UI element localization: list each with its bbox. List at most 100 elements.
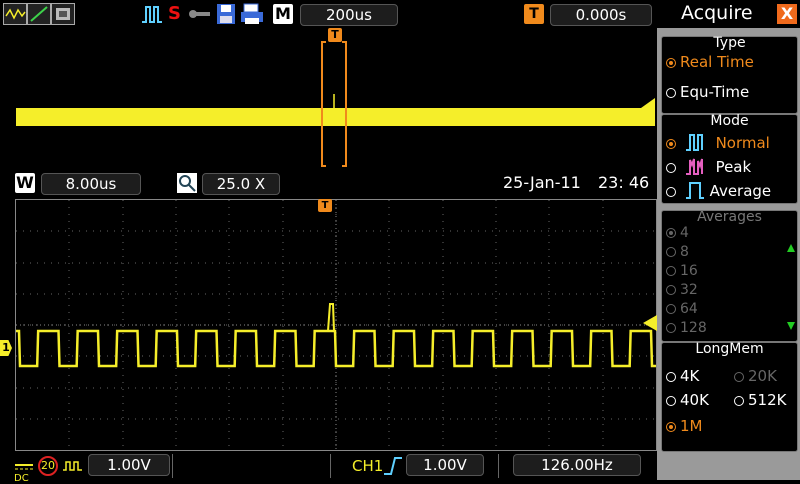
main-timebase-marker: M xyxy=(273,4,293,24)
frequency-display: 126.00Hz xyxy=(513,454,641,476)
averages-label: 16 xyxy=(680,263,698,279)
ch1-scale-display[interactable]: 1.00V xyxy=(88,454,170,476)
longmem-label: 4K xyxy=(680,367,700,385)
menu-header: Acquire X xyxy=(657,0,800,28)
radio-off-icon xyxy=(734,396,744,406)
longmem-option-4k[interactable]: 4K xyxy=(666,367,699,385)
peak-mode-icon xyxy=(685,158,703,175)
window-timebase-display[interactable]: 8.00us xyxy=(41,173,141,195)
radio-on-icon xyxy=(666,58,676,68)
radio-off-icon xyxy=(734,372,744,382)
overview-waveform xyxy=(14,40,655,168)
normal-acquire-icon xyxy=(142,6,162,23)
rising-edge-icon xyxy=(384,457,402,475)
bottom-status-bar: DC 20 1.00V CH1 1.00V 126.00Hz xyxy=(0,452,656,484)
time-display: 23: 46 xyxy=(598,173,650,192)
averages-option: 64 xyxy=(666,301,698,317)
average-mode-icon xyxy=(685,182,704,199)
mode-option-normal[interactable]: Normal xyxy=(666,133,770,152)
trigger-level-marker xyxy=(643,315,657,331)
averages-label: 4 xyxy=(680,225,689,241)
acquire-menu-panel: Acquire X Type Real Time Equ-Time Mode N… xyxy=(657,0,800,480)
zoom-factor-display[interactable]: 25.0 X xyxy=(202,173,280,195)
radio-on-icon xyxy=(666,228,676,238)
type-group[interactable]: Type Real Time Equ-Time xyxy=(661,35,798,114)
dc-coupling-icon xyxy=(15,464,33,470)
top-toolbar: S M 200us T 0.000s xyxy=(0,0,656,28)
longmem-option-20k: 20K xyxy=(734,367,777,385)
mode-label: Normal xyxy=(715,134,770,152)
trigger-source: CH1 xyxy=(352,457,384,475)
close-icon: X xyxy=(780,4,794,23)
scroll-down-icon xyxy=(787,322,795,330)
stop-indicator: S xyxy=(168,3,181,24)
mode-label: Average xyxy=(709,182,772,200)
mode-option-average[interactable]: Average xyxy=(666,181,771,200)
wave-glyph xyxy=(5,8,26,20)
trigger-level-display[interactable]: 1.00V xyxy=(406,454,484,476)
type-option-equ-time[interactable]: Equ-Time xyxy=(666,83,749,101)
graticule-and-trace xyxy=(16,200,656,450)
radio-off-icon xyxy=(666,187,676,197)
zoom-magnifier-icon xyxy=(177,173,197,193)
divider xyxy=(498,454,499,478)
bw-limit-label: 20 xyxy=(41,459,55,472)
window-marker: W xyxy=(15,173,35,193)
normal-mode-icon xyxy=(685,134,703,151)
coupling-indicator: DC xyxy=(14,455,34,484)
longmem-label: 512K xyxy=(748,391,787,409)
averages-label: 32 xyxy=(680,282,698,298)
type-label: Equ-Time xyxy=(680,83,750,101)
print-icon[interactable] xyxy=(240,3,264,25)
key-lock-icon xyxy=(189,10,210,18)
averages-group: Averages 4 8 16 32 64 128 xyxy=(661,209,798,342)
coupling-label: DC xyxy=(14,473,29,484)
invert-wave-icon xyxy=(63,461,82,471)
averages-option: 128 xyxy=(666,320,707,336)
radio-off-icon xyxy=(666,396,676,406)
radio-off-icon xyxy=(666,88,676,98)
line-glyph xyxy=(30,6,48,22)
radio-off-icon xyxy=(666,266,676,276)
longmem-option-40k[interactable]: 40K xyxy=(666,391,709,409)
longmem-option-1m[interactable]: 1M xyxy=(666,417,703,435)
channel1-marker: 1 xyxy=(0,340,12,356)
type-option-real-time[interactable]: Real Time xyxy=(666,53,754,71)
longmem-group[interactable]: LongMem 4K 20K 40K 512K 1M xyxy=(661,341,798,452)
menu-title: Acquire xyxy=(681,2,753,24)
averages-label: 64 xyxy=(680,301,698,317)
radio-off-icon xyxy=(666,247,676,257)
divider xyxy=(172,454,173,478)
overview-trace xyxy=(16,41,655,167)
radio-off-icon xyxy=(666,285,676,295)
overview-trigger-marker: T xyxy=(328,28,342,42)
mode-label: Peak xyxy=(715,158,752,176)
timebase-display[interactable]: 200us xyxy=(300,4,398,26)
save-disk-icon[interactable] xyxy=(216,3,236,25)
date-display: 25-Jan-11 xyxy=(503,173,581,192)
glitch-spike xyxy=(327,303,335,332)
mode-title: Mode xyxy=(710,113,749,129)
radio-on-icon xyxy=(666,139,676,149)
averages-option: 8 xyxy=(666,244,689,260)
main-trigger-marker: T xyxy=(318,199,332,212)
averages-label: 128 xyxy=(680,320,707,336)
averages-option: 32 xyxy=(666,282,698,298)
radio-on-icon xyxy=(666,422,676,432)
trigger-marker-icon: T xyxy=(524,4,544,24)
radio-off-icon xyxy=(666,163,676,173)
math-wave-icon[interactable] xyxy=(3,3,27,25)
mode-option-peak[interactable]: Peak xyxy=(666,157,751,176)
persist-icon[interactable] xyxy=(51,3,75,25)
radio-off-icon xyxy=(666,304,676,314)
scroll-up-icon xyxy=(787,244,795,252)
ch1-trace xyxy=(16,329,656,368)
close-menu-button[interactable]: X xyxy=(777,4,797,24)
longmem-option-512k[interactable]: 512K xyxy=(734,391,786,409)
main-waveform-screen xyxy=(15,199,657,451)
type-label: Real Time xyxy=(680,53,754,71)
trigger-delay-display[interactable]: 0.000s xyxy=(550,4,652,26)
line-draw-icon[interactable] xyxy=(27,3,51,25)
mode-group[interactable]: Mode Normal Peak Average xyxy=(661,113,798,204)
persist-glyph xyxy=(56,8,70,20)
